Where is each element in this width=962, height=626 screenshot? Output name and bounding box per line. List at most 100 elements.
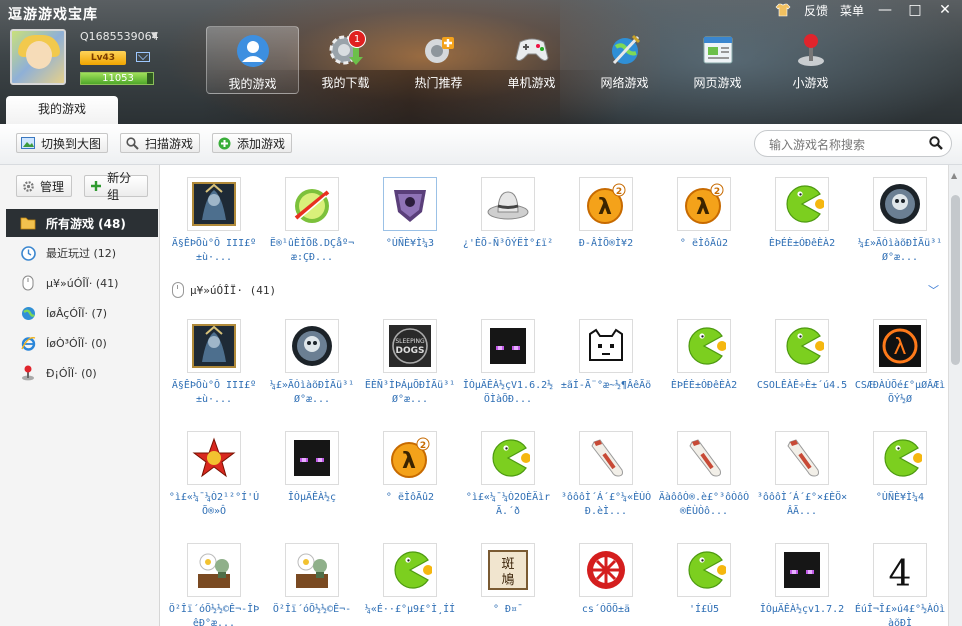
- game-name[interactable]: Ä§ÊÞÕù°Ô III£º±ù·...: [166, 237, 262, 265]
- game-name[interactable]: Ö²Îï´óÕ½½©Ê¬-ÎÞêÐ°æ...: [166, 603, 262, 626]
- nav-my-downloads[interactable]: 我的下载 1: [299, 26, 392, 94]
- enderman-icon[interactable]: [481, 319, 535, 373]
- game-tile[interactable]: CSOLÊÀÊ÷È±´ú4.5: [752, 309, 850, 413]
- pacman-icon[interactable]: [775, 177, 829, 231]
- sleeping-dogs-icon[interactable]: SLEEPING DOGS: [383, 319, 437, 373]
- game-name[interactable]: ÈÞÉÈ±ÓÐêÈÀ2: [656, 379, 752, 407]
- resident-evil4-icon[interactable]: 4: [873, 543, 927, 597]
- game-name[interactable]: ÎÒµÄÊÀ½çv1.7.2: [754, 603, 850, 626]
- half-life-icon[interactable]: λ: [873, 319, 927, 373]
- hat-icon[interactable]: [481, 177, 535, 231]
- game-name[interactable]: 'Í£Ú5: [656, 603, 752, 626]
- tab-my-games[interactable]: 我的游戏: [6, 96, 118, 124]
- game-tile[interactable]: Ö²Îï´óÕ½½©Ê¬-: [262, 533, 360, 626]
- enderman-icon[interactable]: [285, 431, 339, 485]
- game-name[interactable]: ±ãÍ-Ã¨°æ~½¶ÂêÃö: [558, 379, 654, 407]
- half-life2-icon[interactable]: λ2: [677, 177, 731, 231]
- sidebar-category[interactable]: ÍøÂçÓÎÏ· (7): [6, 299, 158, 327]
- minimize-button[interactable]: —: [876, 1, 894, 19]
- game-tile[interactable]: 'Í£Ú5: [654, 533, 752, 626]
- game-name[interactable]: ÈÞÉÈ±ÓÐêÈÀ2: [754, 237, 850, 265]
- game-tile[interactable]: Ä§ÊÞÕù°Ô III£º±ù·...: [164, 167, 262, 271]
- sidebar-category[interactable]: Ð¡ÓÎÏ· (0): [6, 359, 158, 387]
- search-input[interactable]: [767, 135, 931, 154]
- game-name[interactable]: Ö²Îï´óÕ½½©Ê¬-: [264, 603, 360, 626]
- add-game-button[interactable]: 添加游戏: [212, 133, 292, 153]
- saints-row-icon[interactable]: [383, 177, 437, 231]
- game-tile[interactable]: 4 ÉúÎ¬Î£»ú4£°½ÀÓìàõÐÌ: [850, 533, 948, 626]
- game-name[interactable]: °ì£«¼¯¼Ò2¹²°Í'ÚÕ®»Ô: [166, 491, 262, 519]
- game-tile[interactable]: Ë®¹ûÈÌÕß.DÇåº¬æ:ÇÐ...: [262, 167, 360, 271]
- game-tile[interactable]: ÈÞÉÈ±ÓÐêÈÀ2: [752, 167, 850, 271]
- maximize-button[interactable]: □: [906, 1, 924, 19]
- umbrella-icon[interactable]: [579, 543, 633, 597]
- pacman-icon[interactable]: [873, 431, 927, 485]
- pvz-icon[interactable]: [187, 543, 241, 597]
- pacman-icon[interactable]: [383, 543, 437, 597]
- feedback-link[interactable]: 反馈: [804, 2, 828, 19]
- manage-button[interactable]: 管理: [16, 175, 72, 197]
- pacman-icon[interactable]: [677, 543, 731, 597]
- game-tile[interactable]: ¼«É··£°µ9£°Ì¸ÍÍ: [360, 533, 458, 626]
- half-life2-icon[interactable]: λ2: [383, 431, 437, 485]
- game-tile[interactable]: ±ãÍ-Ã¨°æ~½¶ÂêÃö: [556, 309, 654, 413]
- game-name[interactable]: Ä§ÊÞÕù°Ô III£º±ù·...: [166, 379, 262, 407]
- sidebar-category[interactable]: 最近玩过 (12): [6, 239, 158, 267]
- avatar[interactable]: [10, 29, 66, 85]
- sidebar-category[interactable]: 所有游戏 (48): [6, 209, 158, 237]
- warcraft-icon[interactable]: [187, 177, 241, 231]
- game-tile[interactable]: °ÙÑÈ¥Ì¼3: [360, 167, 458, 271]
- skull-icon[interactable]: [285, 319, 339, 373]
- chevron-down-icon[interactable]: ▼: [151, 31, 158, 41]
- game-tile[interactable]: λ 2 ° ëÌôÃû2: [360, 421, 458, 525]
- game-name[interactable]: ³ôôôÌ´Á´£°×£ÈÖ×ÂÃ...: [754, 491, 850, 519]
- sidebar-category[interactable]: µ¥»úÓÎÏ· (41): [6, 269, 158, 297]
- pacman-icon[interactable]: [677, 319, 731, 373]
- game-tile[interactable]: ¼£»ÃÓìàõÐÌÃü³¹Ø°æ...: [850, 167, 948, 271]
- game-tile[interactable]: ¿'ÈÕ-Ñ³ÔÝËÌ°£ï²: [458, 167, 556, 271]
- nav-hot[interactable]: 热门推荐: [392, 26, 485, 94]
- game-tile[interactable]: Ö²Îï´óÕ½½©Ê¬-ÎÞêÐ°æ...: [164, 533, 262, 626]
- bottle-icon[interactable]: [677, 431, 731, 485]
- nav-web[interactable]: 网页游戏: [671, 26, 764, 94]
- game-name[interactable]: ¼«É··£°µ9£°Ì¸ÍÍ: [362, 603, 458, 626]
- game-tile[interactable]: cs´ÓÕÕ±ä: [556, 533, 654, 626]
- game-tile[interactable]: Ä§ÊÞÕù°Ô III£º±ù·...: [164, 309, 262, 413]
- game-tile[interactable]: ÎÒµÄÊÀ½çv1.7.2: [752, 533, 850, 626]
- game-tile[interactable]: ÄàôôÒ®.è£°³ôÒôÒ®ÈÙÒô...: [654, 421, 752, 525]
- game-name[interactable]: CSÆÐÀÚÕé£°µØÂÆìÕÝ½Ø: [852, 379, 948, 407]
- new-group-button[interactable]: 新分组: [84, 171, 148, 202]
- close-button[interactable]: ✕: [936, 1, 954, 19]
- game-name[interactable]: Ë®¹ûÈÌÕß.DÇåº¬æ:ÇÐ...: [264, 237, 360, 265]
- game-tile[interactable]: 斑鳩 ° Ð¤¯: [458, 533, 556, 626]
- game-tile[interactable]: °ÙÑÈ¥Ì¼4: [850, 421, 948, 525]
- bottle-icon[interactable]: [579, 431, 633, 485]
- game-tile[interactable]: °ì£«¼¯¼Ò2OÈÄìrÃ.´ð: [458, 421, 556, 525]
- scan-games-button[interactable]: 扫描游戏: [120, 133, 200, 153]
- skull-icon[interactable]: [873, 177, 927, 231]
- game-name[interactable]: ³ôôôÌ´Á´£°¼«ÈÙÒÐ.èÌ...: [558, 491, 654, 519]
- game-name[interactable]: °ÙÑÈ¥Ì¼3: [362, 237, 458, 265]
- switch-big-view-button[interactable]: 切换到大图: [16, 133, 108, 153]
- game-tile[interactable]: λ 2 Ð-ÂÌÕ®Ì¥2: [556, 167, 654, 271]
- menu-link[interactable]: 菜单: [840, 2, 864, 19]
- nav-my-games[interactable]: 我的游戏: [206, 26, 299, 94]
- shirt-icon[interactable]: [774, 1, 792, 19]
- game-name[interactable]: Ð-ÂÌÕ®Ì¥2: [558, 237, 654, 265]
- game-name[interactable]: ° ëÌôÃû2: [656, 237, 752, 265]
- game-name[interactable]: °ì£«¼¯¼Ò2OÈÄìrÃ.´ð: [460, 491, 556, 519]
- pvz-icon[interactable]: [285, 543, 339, 597]
- game-tile[interactable]: ¼£»ÃÓìàõÐÌÃü³¹Ø°æ...: [262, 309, 360, 413]
- nav-mini[interactable]: 小游戏: [764, 26, 857, 94]
- nav-single[interactable]: 单机游戏: [485, 26, 578, 94]
- enderman-icon[interactable]: [775, 543, 829, 597]
- scroll-up-icon[interactable]: ▲: [951, 171, 957, 180]
- pacman-icon[interactable]: [481, 431, 535, 485]
- scroll-thumb[interactable]: [951, 195, 960, 365]
- user-id[interactable]: Q1685539064: [80, 30, 159, 43]
- game-tile[interactable]: ÎÒµÄÊÀ½çV1.6.2½ÖÌàÕÐ...: [458, 309, 556, 413]
- game-tile[interactable]: ÎÒµÄÊÀ½ç: [262, 421, 360, 525]
- pixel-cat-icon[interactable]: [579, 319, 633, 373]
- game-name[interactable]: ÎÒµÄÊÀ½çV1.6.2½ÖÌàÕÐ...: [460, 379, 556, 407]
- kanji-icon[interactable]: 斑鳩: [481, 543, 535, 597]
